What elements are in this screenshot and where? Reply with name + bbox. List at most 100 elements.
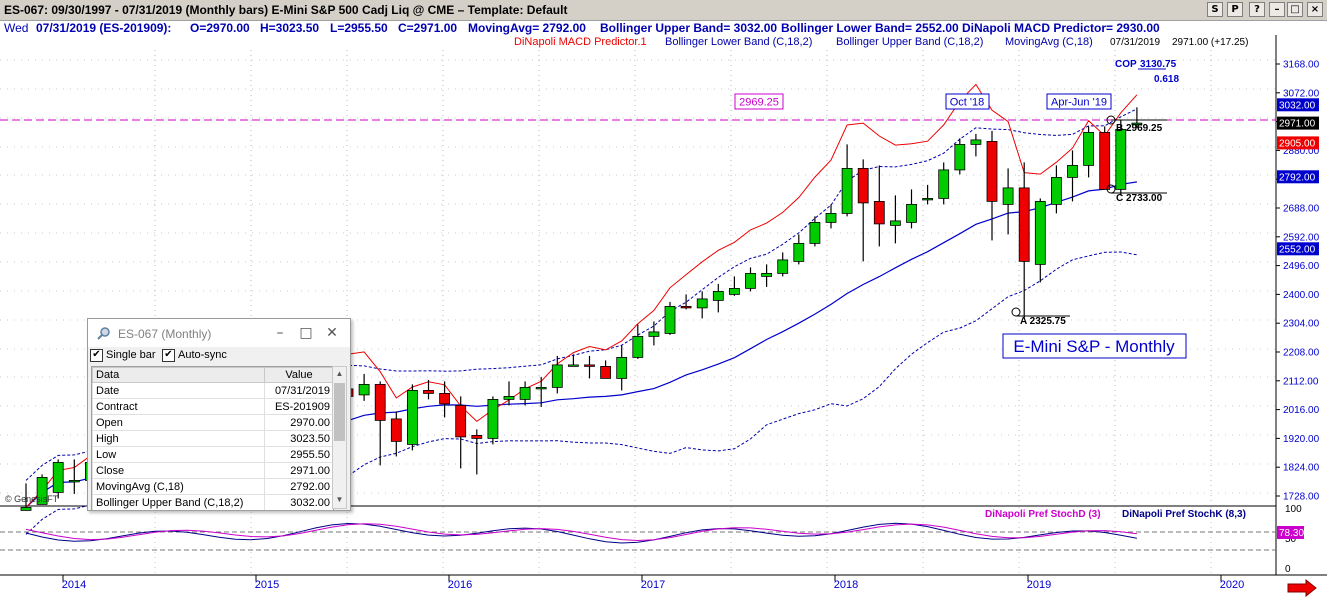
point-b-label: B 2969.25 bbox=[1116, 123, 1163, 134]
candle-body[interactable] bbox=[825, 212, 837, 223]
candle-body[interactable] bbox=[616, 356, 628, 379]
scroll-up-icon[interactable]: ▲ bbox=[333, 369, 346, 378]
cop-value: 3130.75 bbox=[1140, 59, 1177, 70]
candle-body[interactable] bbox=[1002, 187, 1014, 205]
candle-body[interactable] bbox=[696, 298, 708, 309]
candle-body[interactable] bbox=[584, 364, 595, 367]
maximize-button[interactable]: □ bbox=[1287, 2, 1303, 17]
close-button[interactable]: × bbox=[1307, 2, 1323, 17]
stoch-value: 78.30 bbox=[1279, 528, 1304, 539]
stoch-k-label: DiNapoli Pref StochK (8,3) bbox=[1122, 509, 1246, 520]
dw-maximize-button[interactable]: □ bbox=[294, 323, 318, 343]
candle-body[interactable] bbox=[1051, 176, 1062, 205]
candle-body[interactable] bbox=[890, 220, 901, 226]
legend-last-date: 07/31/2019 bbox=[1110, 37, 1160, 48]
candle-body[interactable] bbox=[600, 365, 611, 379]
cop-label: COP bbox=[1115, 59, 1137, 70]
legend-moving-avg: MovingAvg (C,18) bbox=[1005, 36, 1093, 48]
candle-body[interactable] bbox=[455, 404, 467, 438]
price-tick-label: 2208.00 bbox=[1283, 348, 1320, 359]
candle-body[interactable] bbox=[1099, 132, 1111, 190]
candle-body[interactable] bbox=[535, 386, 547, 390]
single-bar-checkbox[interactable]: ✔ bbox=[90, 349, 103, 362]
info-moving-avg: MovingAvg= 2792.00 bbox=[468, 21, 586, 35]
p-button[interactable]: P bbox=[1227, 2, 1243, 17]
candle-body[interactable] bbox=[519, 386, 531, 400]
candle-body[interactable] bbox=[503, 395, 515, 400]
candle-body[interactable] bbox=[568, 364, 579, 367]
scroll-thumb[interactable] bbox=[334, 383, 345, 441]
col-header-data[interactable]: Data bbox=[92, 367, 265, 383]
row-label: High bbox=[92, 430, 265, 447]
candle-body[interactable] bbox=[809, 221, 821, 244]
candle-body[interactable] bbox=[390, 418, 402, 442]
candle-body[interactable] bbox=[664, 305, 676, 334]
candle-body[interactable] bbox=[680, 305, 692, 309]
candle-body[interactable] bbox=[358, 383, 370, 396]
price-marker-label: 3032.00 bbox=[1279, 100, 1316, 111]
candle-body[interactable] bbox=[374, 383, 386, 421]
candle-body[interactable] bbox=[841, 167, 853, 214]
data-window-titlebar[interactable]: ES-067 (Monthly) – □ ✕ bbox=[88, 319, 350, 347]
point-a-label: A 2325.75 bbox=[1020, 316, 1066, 327]
info-high: H=3023.50 bbox=[260, 21, 320, 35]
scroll-down-icon[interactable]: ▼ bbox=[333, 495, 346, 504]
candle-body[interactable] bbox=[551, 364, 563, 388]
candle-body[interactable] bbox=[1067, 164, 1078, 178]
candle-body[interactable] bbox=[52, 461, 64, 493]
row-value: 2971.00 bbox=[264, 462, 333, 479]
candle-body[interactable] bbox=[439, 392, 451, 405]
price-tick-label: 3072.00 bbox=[1283, 88, 1320, 99]
info-bb-lower: Bollinger Lower Band= 2552.00 bbox=[781, 21, 959, 35]
col-header-value[interactable]: Value bbox=[264, 367, 333, 383]
candle-body[interactable] bbox=[761, 272, 772, 277]
candle-body[interactable] bbox=[712, 290, 724, 301]
candle-body[interactable] bbox=[1115, 129, 1127, 190]
candle-body[interactable] bbox=[68, 479, 80, 483]
candle-body[interactable] bbox=[970, 139, 982, 145]
candle-body[interactable] bbox=[906, 203, 917, 223]
candle-body[interactable] bbox=[1034, 200, 1046, 265]
year-label: 2014 bbox=[62, 579, 86, 591]
table-row: High 3023.50 bbox=[92, 430, 333, 447]
table-row: Close 2971.00 bbox=[92, 462, 333, 479]
candle-body[interactable] bbox=[1083, 132, 1094, 166]
oct18-label: Oct '18 bbox=[950, 97, 985, 109]
price-tick-label: 2688.00 bbox=[1283, 204, 1320, 215]
candle-body[interactable] bbox=[954, 144, 966, 171]
candle-body[interactable] bbox=[729, 287, 740, 295]
point-a-marker bbox=[1011, 307, 1021, 317]
s-button[interactable]: S bbox=[1207, 2, 1223, 17]
help-button[interactable]: ? bbox=[1249, 2, 1265, 17]
candle-body[interactable] bbox=[777, 259, 789, 274]
candle-body[interactable] bbox=[423, 389, 434, 394]
candle-body[interactable] bbox=[20, 506, 32, 511]
candle-body[interactable] bbox=[471, 434, 483, 439]
chart-area[interactable]: DiNapoli MACD Predictor.1 Bollinger Lowe… bbox=[0, 35, 1327, 597]
year-label: 2018 bbox=[834, 579, 858, 591]
data-window-scrollbar[interactable]: ▲ ▼ bbox=[332, 366, 347, 509]
data-window[interactable]: ES-067 (Monthly) – □ ✕ ✔ Single bar ✔ Au… bbox=[87, 318, 351, 511]
candle-body[interactable] bbox=[793, 242, 805, 262]
candle-body[interactable] bbox=[857, 167, 869, 204]
candle-body[interactable] bbox=[986, 141, 998, 202]
stoch-d-label: DiNapoli Pref StochD (3) bbox=[985, 509, 1101, 520]
minimize-button[interactable]: – bbox=[1269, 2, 1285, 17]
candle-body[interactable] bbox=[648, 331, 660, 337]
price-marker-label: 2792.00 bbox=[1279, 172, 1316, 183]
candle-body[interactable] bbox=[922, 197, 933, 201]
info-open: O=2970.00 bbox=[190, 21, 250, 35]
candle-body[interactable] bbox=[487, 398, 499, 439]
candle-body[interactable] bbox=[1018, 187, 1030, 262]
candle-body[interactable] bbox=[406, 389, 418, 445]
dw-minimize-button[interactable]: – bbox=[268, 323, 292, 343]
price-tick-label: 1920.00 bbox=[1283, 434, 1320, 445]
row-value: ES-201909 bbox=[264, 398, 333, 415]
candle-body[interactable] bbox=[873, 200, 885, 225]
candle-body[interactable] bbox=[938, 169, 950, 199]
candle-body[interactable] bbox=[632, 335, 644, 358]
auto-sync-checkbox[interactable]: ✔ bbox=[162, 349, 175, 362]
scroll-right-arrow-icon[interactable] bbox=[1287, 578, 1317, 597]
candle-body[interactable] bbox=[745, 272, 756, 289]
dw-close-button[interactable]: ✕ bbox=[320, 323, 344, 343]
